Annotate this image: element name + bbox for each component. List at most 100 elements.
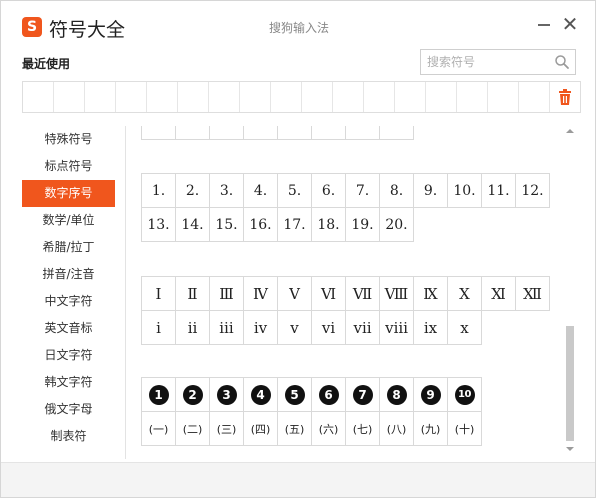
scroll-thumb[interactable] (566, 326, 574, 441)
symbol-cell[interactable] (345, 126, 380, 140)
category-item[interactable]: 拼音/注音 (22, 261, 115, 288)
symbol-cell[interactable]: ⅰ (141, 310, 176, 345)
symbol-cell[interactable]: Ⅷ (379, 276, 414, 311)
symbol-cell[interactable]: ⅲ (209, 310, 244, 345)
category-item[interactable]: 希腊/拉丁 (22, 234, 115, 261)
symbol-cell[interactable]: Ⅵ (311, 276, 346, 311)
category-item[interactable]: 俄文字母 (22, 396, 115, 423)
symbol-cell[interactable]: Ⅶ (345, 276, 380, 311)
symbol-cell[interactable]: Ⅴ (277, 276, 312, 311)
symbol-cell[interactable]: 10. (447, 173, 482, 208)
minimize-icon[interactable] (535, 15, 553, 33)
symbol-cell[interactable]: (一) (141, 411, 176, 446)
category-item[interactable]: 数字序号 (22, 180, 115, 207)
symbol-cell[interactable]: 14. (175, 207, 210, 242)
symbol-cell[interactable]: (八) (379, 411, 414, 446)
recent-symbol-cell[interactable] (178, 82, 209, 112)
symbol-cell[interactable]: ⅶ (345, 310, 380, 345)
symbol-cell[interactable] (209, 126, 244, 140)
symbol-cell[interactable]: (五) (277, 411, 312, 446)
symbol-cell[interactable]: 8 (379, 377, 414, 412)
recent-symbol-cell[interactable] (519, 82, 550, 112)
recent-symbol-cell[interactable] (147, 82, 178, 112)
symbol-cell[interactable]: 19. (345, 207, 380, 242)
symbol-cell[interactable]: (七) (345, 411, 380, 446)
symbol-cell[interactable]: 11. (481, 173, 516, 208)
symbol-cell[interactable]: ⅴ (277, 310, 312, 345)
symbol-cell[interactable]: 18. (311, 207, 346, 242)
recent-symbol-cell[interactable] (364, 82, 395, 112)
recent-symbol-cell[interactable] (271, 82, 302, 112)
symbol-cell[interactable]: 16. (243, 207, 278, 242)
symbol-cell[interactable]: Ⅹ (447, 276, 482, 311)
search-box[interactable] (420, 49, 576, 75)
symbol-cell[interactable]: (九) (413, 411, 448, 446)
recent-symbol-cell[interactable] (426, 82, 457, 112)
category-item[interactable]: 韩文字符 (22, 369, 115, 396)
symbol-cell[interactable]: 20. (379, 207, 414, 242)
symbol-cell[interactable]: Ⅱ (175, 276, 210, 311)
symbol-cell[interactable] (277, 126, 312, 140)
symbol-cell[interactable]: ⅷ (379, 310, 414, 345)
symbol-cell[interactable]: Ⅳ (243, 276, 278, 311)
symbol-cell[interactable]: ⅹ (447, 310, 482, 345)
symbol-cell[interactable]: 12. (515, 173, 550, 208)
symbol-cell[interactable]: 15. (209, 207, 244, 242)
scroll-up-icon[interactable] (565, 126, 575, 136)
symbol-cell[interactable]: 9. (413, 173, 448, 208)
symbol-cell[interactable]: 8. (379, 173, 414, 208)
symbol-cell[interactable]: 2 (175, 377, 210, 412)
close-icon[interactable]: ✕ (561, 14, 579, 34)
symbol-cell[interactable]: (四) (243, 411, 278, 446)
symbol-cell[interactable] (243, 126, 278, 140)
symbol-cell[interactable]: 3. (209, 173, 244, 208)
category-item[interactable]: 标点符号 (22, 153, 115, 180)
recent-symbol-cell[interactable] (457, 82, 488, 112)
symbol-cell[interactable] (379, 126, 414, 140)
category-item[interactable]: 日文字符 (22, 342, 115, 369)
symbol-cell[interactable]: Ⅺ (481, 276, 516, 311)
symbol-cell[interactable]: ⅳ (243, 310, 278, 345)
scroll-down-icon[interactable] (565, 444, 575, 454)
recent-symbol-cell[interactable] (209, 82, 240, 112)
symbol-cell[interactable]: 1 (141, 377, 176, 412)
symbol-cell[interactable]: 3 (209, 377, 244, 412)
symbol-cell[interactable] (141, 126, 176, 140)
symbol-cell[interactable]: 17. (277, 207, 312, 242)
symbol-cell[interactable]: 13. (141, 207, 176, 242)
symbol-cell[interactable]: 4. (243, 173, 278, 208)
symbol-cell[interactable]: (六) (311, 411, 346, 446)
symbol-cell[interactable] (175, 126, 210, 140)
symbol-cell[interactable]: Ⅸ (413, 276, 448, 311)
symbol-cell[interactable]: (十) (447, 411, 482, 446)
symbol-cell[interactable]: 6. (311, 173, 346, 208)
symbol-cell[interactable]: 5 (277, 377, 312, 412)
recent-symbol-cell[interactable] (116, 82, 147, 112)
category-item[interactable]: 中文字符 (22, 288, 115, 315)
recent-symbol-cell[interactable] (54, 82, 85, 112)
symbol-cell[interactable]: ⅸ (413, 310, 448, 345)
recent-symbol-cell[interactable] (395, 82, 426, 112)
trash-icon[interactable] (558, 89, 572, 105)
symbol-cell[interactable]: Ⅲ (209, 276, 244, 311)
symbol-cell[interactable]: (三) (209, 411, 244, 446)
category-item[interactable]: 制表符 (22, 423, 115, 450)
symbol-cell[interactable]: 1. (141, 173, 176, 208)
symbol-cell[interactable] (311, 126, 346, 140)
search-input[interactable] (421, 50, 553, 74)
symbol-cell[interactable]: 7. (345, 173, 380, 208)
symbol-cell[interactable]: Ⅰ (141, 276, 176, 311)
symbol-cell[interactable]: 2. (175, 173, 210, 208)
recent-symbol-cell[interactable] (240, 82, 271, 112)
symbol-cell[interactable]: Ⅻ (515, 276, 550, 311)
category-item[interactable]: 特殊符号 (22, 126, 115, 153)
symbol-cell[interactable]: 10 (447, 377, 482, 412)
recent-symbol-cell[interactable] (302, 82, 333, 112)
symbol-cell[interactable]: 4 (243, 377, 278, 412)
symbol-cell[interactable]: ⅱ (175, 310, 210, 345)
category-item[interactable]: 英文音标 (22, 315, 115, 342)
symbol-cell[interactable]: (二) (175, 411, 210, 446)
symbol-cell[interactable]: 6 (311, 377, 346, 412)
category-item[interactable]: 数学/单位 (22, 207, 115, 234)
search-icon[interactable] (553, 53, 571, 71)
